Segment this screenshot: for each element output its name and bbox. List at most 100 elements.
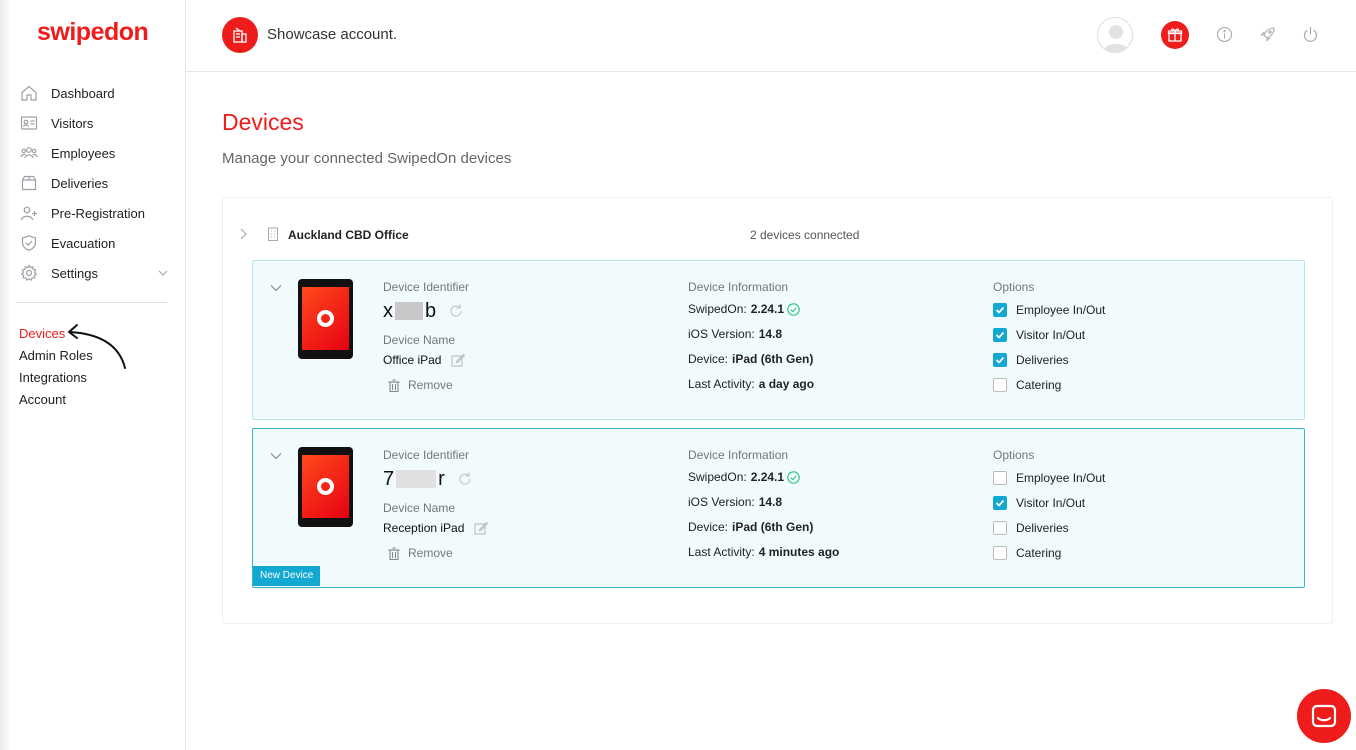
- sidebar-item-label: Settings: [51, 265, 98, 281]
- people-icon: [19, 143, 39, 163]
- chevron-down-icon[interactable]: [157, 267, 169, 279]
- avatar[interactable]: [1097, 17, 1133, 53]
- add-person-icon: [19, 203, 39, 223]
- option-employee-in-out[interactable]: Employee In/Out: [993, 297, 1273, 322]
- check-circle-icon: [787, 471, 800, 484]
- device-name-label: Device Name: [383, 333, 456, 347]
- sidebar-item-pre-registration[interactable]: Pre-Registration: [19, 198, 169, 228]
- option-catering[interactable]: Catering: [993, 540, 1273, 565]
- sidebar-item-label: Employees: [51, 145, 116, 161]
- device-information-column: Device Information SwipedOn: 2.24.1 iOS V…: [688, 279, 968, 397]
- remove-button[interactable]: Remove: [388, 377, 663, 393]
- device-name: Office iPad: [383, 352, 663, 368]
- gear-icon: [19, 263, 39, 283]
- device-information-label: Device Information: [688, 280, 789, 294]
- checkbox[interactable]: [993, 327, 1007, 342]
- shield-icon: [19, 233, 39, 253]
- chevron-down-icon[interactable]: [270, 451, 282, 461]
- sidebar-item-label: Dashboard: [51, 85, 115, 101]
- sidebar-item-evacuation[interactable]: Evacuation: [19, 228, 169, 258]
- options-label: Options: [993, 280, 1035, 294]
- account-name[interactable]: Showcase account.: [267, 26, 397, 43]
- option-deliveries[interactable]: Deliveries: [993, 515, 1273, 540]
- option-visitor-in-out[interactable]: Visitor In/Out: [993, 322, 1273, 347]
- home-icon: [19, 83, 39, 103]
- swipedon-version: SwipedOn: 2.24.1: [688, 297, 968, 322]
- checkbox[interactable]: [993, 470, 1007, 485]
- location-row[interactable]: Auckland CBD Office 2 devices connected: [223, 220, 1332, 248]
- device-card: Device Identifier x b Device Name Office…: [252, 260, 1305, 420]
- checkbox[interactable]: [993, 302, 1007, 317]
- sidebar-item-employees[interactable]: Employees: [19, 138, 169, 168]
- redacted-block: [395, 302, 423, 320]
- sidebar-item-settings[interactable]: Settings: [19, 258, 169, 288]
- checkbox[interactable]: [993, 377, 1007, 392]
- remove-button[interactable]: Remove: [388, 545, 663, 561]
- info-icon[interactable]: [1216, 26, 1233, 43]
- swipedon-mark-icon: [317, 310, 334, 327]
- swipedon-version: SwipedOn: 2.24.1: [688, 465, 968, 490]
- trash-icon: [388, 546, 400, 560]
- checkbox[interactable]: [993, 545, 1007, 560]
- sidebar-item-label: Deliveries: [51, 175, 109, 191]
- edit-icon[interactable]: [474, 521, 489, 535]
- swipedon-logo[interactable]: swipedon: [37, 18, 149, 47]
- device-id-end: r: [438, 468, 445, 490]
- refresh-icon[interactable]: [448, 303, 464, 319]
- checkbox[interactable]: [993, 352, 1007, 367]
- ipad-image: [298, 279, 353, 359]
- option-deliveries[interactable]: Deliveries: [993, 347, 1273, 372]
- device-name-value: Office iPad: [383, 353, 442, 367]
- options-label: Options: [993, 448, 1035, 462]
- sidebar: swipedon Dashboard Visitors Employees De…: [0, 0, 186, 750]
- gift-icon[interactable]: [1161, 21, 1189, 49]
- device-identifier-label: Device Identifier: [383, 280, 470, 294]
- location-name: Auckland CBD Office: [288, 228, 409, 242]
- id-card-icon: [19, 113, 39, 133]
- new-device-badge: New Device: [253, 566, 321, 586]
- box-icon: [19, 173, 39, 193]
- devices-panel: Auckland CBD Office 2 devices connected …: [222, 197, 1333, 624]
- ipad-image: [298, 447, 353, 527]
- device-id-start: x: [383, 300, 393, 322]
- device-identifier-label: Device Identifier: [383, 448, 470, 462]
- sidebar-item-label: Pre-Registration: [51, 205, 145, 221]
- office-building-icon: [268, 227, 278, 241]
- trash-icon: [388, 378, 400, 392]
- sidebar-item-deliveries[interactable]: Deliveries: [19, 168, 169, 198]
- last-activity: Last Activity: 4 minutes ago: [688, 545, 840, 559]
- device-identifier-column: Device Identifier 7 r Device Name Recept…: [383, 447, 663, 561]
- check-circle-icon: [787, 303, 800, 316]
- building-icon[interactable]: [222, 17, 258, 53]
- edit-icon[interactable]: [451, 353, 466, 367]
- sidebar-item-dashboard[interactable]: Dashboard: [19, 78, 169, 108]
- chat-icon: [1311, 704, 1337, 728]
- device-name-label: Device Name: [383, 501, 456, 515]
- device-identifier: 7 r: [383, 468, 663, 490]
- device-name: Reception iPad: [383, 520, 663, 536]
- rocket-icon[interactable]: [1259, 26, 1276, 43]
- options-column: Options Employee In/Out Visitor In/Out D…: [993, 279, 1273, 397]
- sidebar-item-account[interactable]: Account: [19, 389, 93, 411]
- refresh-icon[interactable]: [457, 471, 473, 487]
- option-catering[interactable]: Catering: [993, 372, 1273, 397]
- option-employee-in-out[interactable]: Employee In/Out: [993, 465, 1273, 490]
- chevron-down-icon[interactable]: [270, 283, 282, 293]
- device-count: 2 devices connected: [750, 228, 860, 242]
- sidebar-item-visitors[interactable]: Visitors: [19, 108, 169, 138]
- checkbox[interactable]: [993, 520, 1007, 535]
- remove-label: Remove: [408, 378, 453, 392]
- power-icon[interactable]: [1302, 26, 1319, 43]
- redacted-block: [396, 470, 437, 488]
- options-column: Options Employee In/Out Visitor In/Out D…: [993, 447, 1273, 565]
- top-header: Showcase account.: [186, 0, 1356, 72]
- sidebar-divider: [16, 302, 167, 303]
- device-identifier: x b: [383, 300, 663, 322]
- option-visitor-in-out[interactable]: Visitor In/Out: [993, 490, 1273, 515]
- checkbox[interactable]: [993, 495, 1007, 510]
- last-activity: Last Activity: a day ago: [688, 377, 815, 391]
- pointer-arrow-annotation: [68, 324, 126, 369]
- remove-label: Remove: [408, 546, 453, 560]
- chat-launcher-button[interactable]: [1297, 689, 1351, 743]
- chevron-right-icon[interactable]: [238, 228, 248, 240]
